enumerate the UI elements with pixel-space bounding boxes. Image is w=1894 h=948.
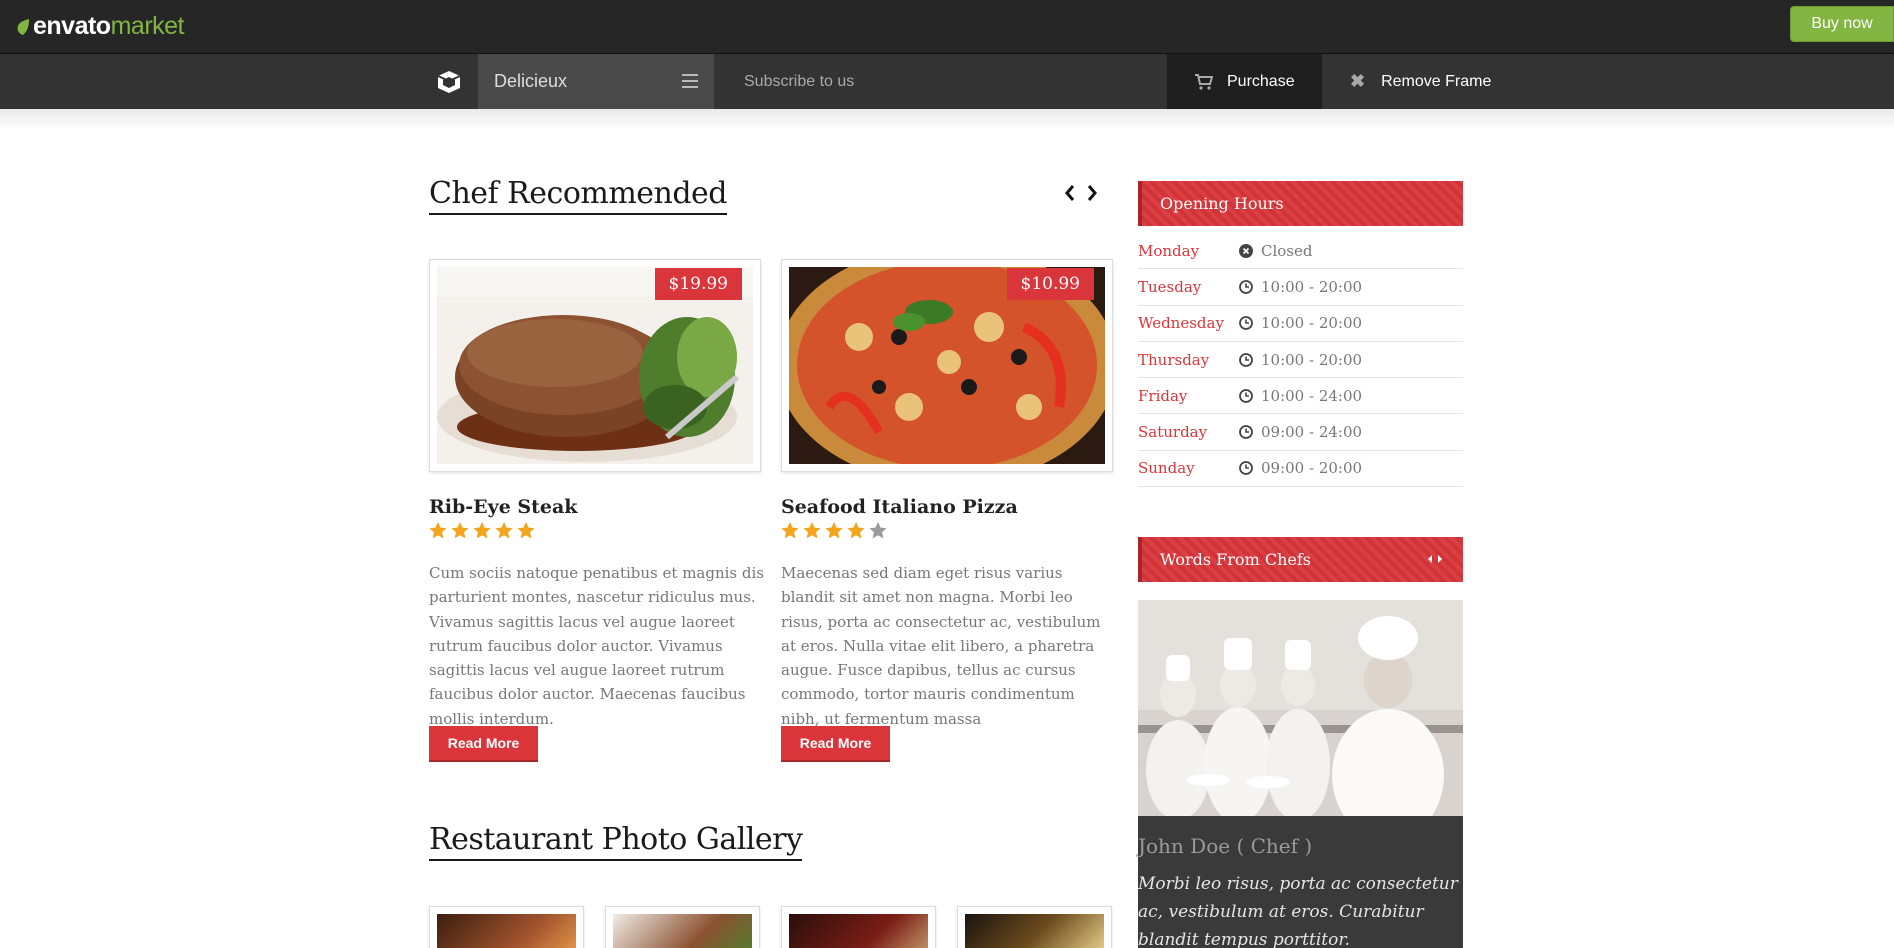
theme-selector[interactable]: Delicieux: [478, 54, 714, 109]
star-icon: [495, 522, 513, 539]
theme-demo-bar: Delicieux Subscribe to us Purchase ✖ Rem…: [0, 54, 1894, 109]
time-label: 10:00 - 20:00: [1261, 350, 1363, 369]
star-icon: [517, 522, 535, 539]
star-icon: [451, 522, 469, 539]
purchase-label: Purchase: [1227, 72, 1295, 90]
gallery-thumbnail[interactable]: [957, 906, 1112, 948]
clock-icon: [1239, 425, 1253, 440]
subscribe-link[interactable]: Subscribe to us: [744, 54, 854, 109]
opening-hours-list: Monday Closed Tuesday 10:00 - 20:00 Wedn…: [1138, 233, 1463, 488]
clock-icon: [1239, 461, 1253, 476]
menu-item-card: $19.99 Rib-Eye Steak Cum sociis natoque …: [429, 259, 764, 762]
star-icon: [803, 522, 821, 539]
menu-item-description: Cum sociis natoque penatibus et magnis d…: [429, 564, 764, 728]
testimonial-arrows: [1427, 554, 1443, 564]
day-label: Sunday: [1138, 459, 1195, 478]
opening-hours-header: Opening Hours: [1138, 181, 1463, 226]
pizza-image[interactable]: $10.99: [777, 245, 1117, 485]
hours-row: Saturday 09:00 - 24:00: [1138, 414, 1463, 451]
star-rating: [429, 522, 535, 539]
star-rating: [781, 522, 887, 539]
hours-row: Thursday 10:00 - 20:00: [1138, 342, 1463, 379]
hours-row: Friday 10:00 - 24:00: [1138, 378, 1463, 415]
envato-logo[interactable]: envato market: [16, 12, 185, 41]
star-icon: [825, 522, 843, 539]
gallery-thumbnail[interactable]: [781, 906, 936, 948]
time-label: Closed: [1261, 241, 1313, 260]
chef-recommended-title: Chef Recommended: [429, 176, 728, 215]
themeforest-logo[interactable]: [420, 54, 478, 109]
chefs-photo: [1138, 600, 1463, 816]
day-label: Saturday: [1138, 423, 1208, 442]
price-tag: $19.99: [654, 268, 742, 300]
day-label: Tuesday: [1138, 277, 1202, 296]
market-logo-text: market: [110, 12, 185, 40]
arrow-right-icon[interactable]: [1437, 554, 1443, 564]
purchase-button[interactable]: Purchase: [1167, 54, 1322, 109]
star-empty-icon: [869, 522, 887, 539]
opening-hours-title: Opening Hours: [1160, 194, 1284, 213]
menu-item-description: Maecenas sed diam eget risus varius blan…: [781, 564, 1101, 728]
hours-row: Wednesday 10:00 - 20:00: [1138, 306, 1463, 342]
time-label: 10:00 - 20:00: [1261, 277, 1363, 296]
closed-icon: [1239, 243, 1253, 258]
menu-item-name[interactable]: Rib-Eye Steak: [429, 496, 577, 518]
header-shadow: [0, 109, 1894, 131]
read-more-button[interactable]: Read More: [781, 726, 890, 762]
arrow-right-icon[interactable]: [1086, 184, 1098, 202]
carousel-arrows: [1064, 184, 1098, 202]
clock-icon: [1239, 316, 1253, 331]
remove-frame-label: Remove Frame: [1381, 72, 1492, 90]
menu-item-name[interactable]: Seafood Italiano Pizza: [781, 496, 1018, 518]
close-icon: ✖: [1350, 71, 1366, 91]
day-label: Friday: [1138, 386, 1188, 405]
arrow-left-icon[interactable]: [1064, 184, 1076, 202]
hours-row: Tuesday 10:00 - 20:00: [1138, 269, 1463, 306]
read-more-button[interactable]: Read More: [429, 726, 538, 762]
words-from-chefs-header: Words From Chefs: [1138, 537, 1463, 582]
time-label: 10:00 - 24:00: [1261, 386, 1363, 405]
star-icon: [847, 522, 865, 539]
chef-testimonial: John Doe ( Chef ) Morbi leo risus, porta…: [1138, 816, 1463, 948]
hours-row: Monday Closed: [1138, 233, 1463, 270]
clock-icon: [1239, 352, 1253, 367]
steak-image[interactable]: $19.99: [429, 259, 761, 472]
gallery-thumbnail[interactable]: [605, 906, 760, 948]
star-icon: [473, 522, 491, 539]
leaf-icon: [17, 18, 29, 35]
gallery-title: Restaurant Photo Gallery: [429, 822, 803, 861]
day-label: Monday: [1138, 241, 1200, 260]
menu-item-card: $10.99 Seafood Italiano Pizza Maecenas s…: [777, 245, 1117, 762]
time-label: 10:00 - 20:00: [1261, 314, 1363, 333]
remove-frame-button[interactable]: ✖ Remove Frame: [1322, 54, 1492, 109]
time-label: 09:00 - 20:00: [1261, 459, 1363, 478]
day-label: Wednesday: [1138, 314, 1224, 333]
envato-logo-text: envato: [33, 12, 111, 40]
words-from-chefs-title: Words From Chefs: [1160, 550, 1311, 569]
chefs-image: [1138, 600, 1463, 816]
hamburger-icon: [682, 74, 698, 88]
hours-row: Sunday 09:00 - 20:00: [1138, 451, 1463, 488]
envato-top-bar: envato market Buy now: [0, 0, 1894, 54]
day-label: Thursday: [1138, 350, 1210, 369]
buy-now-button[interactable]: Buy now: [1790, 6, 1894, 42]
price-tag: $10.99: [1006, 268, 1094, 300]
arrow-left-icon[interactable]: [1427, 554, 1433, 564]
star-icon: [781, 522, 799, 539]
chef-quote: Morbi leo risus, porta ac consectetur ac…: [1138, 874, 1458, 948]
chef-name: John Doe ( Chef ): [1138, 834, 1313, 858]
cube-icon: [437, 70, 461, 93]
theme-name: Delicieux: [494, 71, 568, 91]
clock-icon: [1239, 280, 1253, 294]
clock-icon: [1239, 388, 1253, 403]
gallery-thumbnail[interactable]: [429, 906, 584, 948]
cart-icon: [1195, 73, 1213, 90]
time-label: 09:00 - 24:00: [1261, 423, 1363, 442]
star-icon: [429, 522, 447, 539]
